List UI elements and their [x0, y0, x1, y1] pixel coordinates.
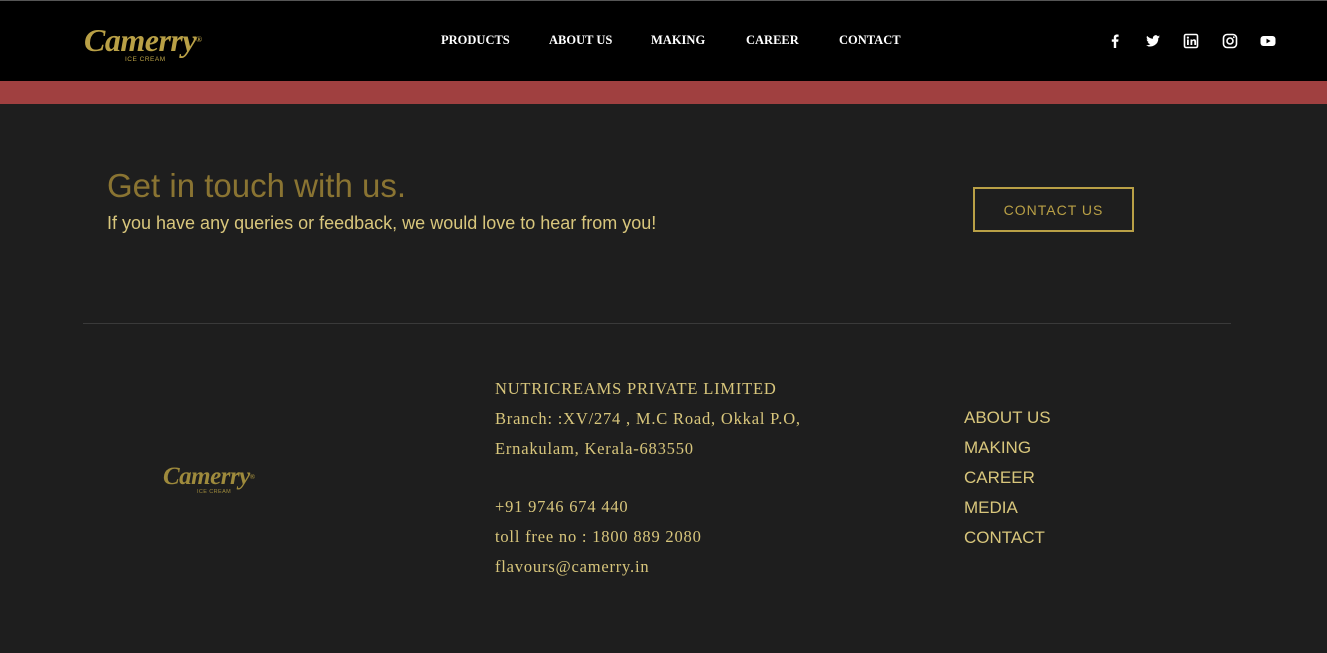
- address-line-2: Ernakulam, Kerala-683550: [495, 439, 694, 458]
- twitter-icon[interactable]: [1144, 32, 1162, 50]
- footer-logo[interactable]: Camerry® ICE CREAM: [163, 463, 273, 499]
- facebook-icon[interactable]: [1106, 32, 1124, 50]
- nav-making[interactable]: MAKING: [651, 33, 705, 48]
- footer-divider: [83, 323, 1231, 324]
- main-nav: PRODUCTS ABOUT US MAKING CAREER CONTACT: [0, 33, 1327, 49]
- toll-free-number[interactable]: toll free no : 1800 889 2080: [495, 527, 702, 547]
- footer-brand-name: Camerry: [163, 463, 250, 490]
- cta-subtitle: If you have any queries or feedback, we …: [107, 213, 657, 233]
- instagram-icon[interactable]: [1221, 32, 1239, 50]
- footer-trademark: ®: [249, 473, 255, 481]
- nav-career[interactable]: CAREER: [746, 33, 799, 48]
- linkedin-icon[interactable]: [1182, 32, 1200, 50]
- cta-title: Get in touch with us.: [107, 167, 406, 204]
- youtube-icon[interactable]: [1259, 32, 1277, 50]
- phone-number[interactable]: +91 9746 674 440: [495, 497, 628, 517]
- company-name: NUTRICREAMS PRIVATE LIMITED: [495, 379, 777, 398]
- footer-link-career[interactable]: CAREER: [964, 468, 1035, 488]
- address-line-1: Branch: :XV/274 , M.C Road, Okkal P.O,: [495, 409, 801, 428]
- nav-contact[interactable]: CONTACT: [839, 33, 901, 48]
- accent-band: [0, 81, 1327, 104]
- nav-products[interactable]: PRODUCTS: [441, 33, 510, 48]
- contact-us-button[interactable]: CONTACT US: [973, 187, 1134, 232]
- email-link[interactable]: flavours@camerry.in: [495, 557, 649, 577]
- footer-link-making[interactable]: MAKING: [964, 438, 1031, 458]
- footer-link-contact[interactable]: CONTACT: [964, 528, 1045, 548]
- footer-link-media[interactable]: MEDIA: [964, 498, 1018, 518]
- nav-about-us[interactable]: ABOUT US: [549, 33, 612, 48]
- footer-brand-tagline: ICE CREAM: [197, 489, 232, 495]
- site-header: Camerry® ICE CREAM PRODUCTS ABOUT US MAK…: [0, 1, 1327, 81]
- footer-link-about-us[interactable]: ABOUT US: [964, 408, 1051, 428]
- brand-tagline: ICE CREAM: [125, 56, 166, 63]
